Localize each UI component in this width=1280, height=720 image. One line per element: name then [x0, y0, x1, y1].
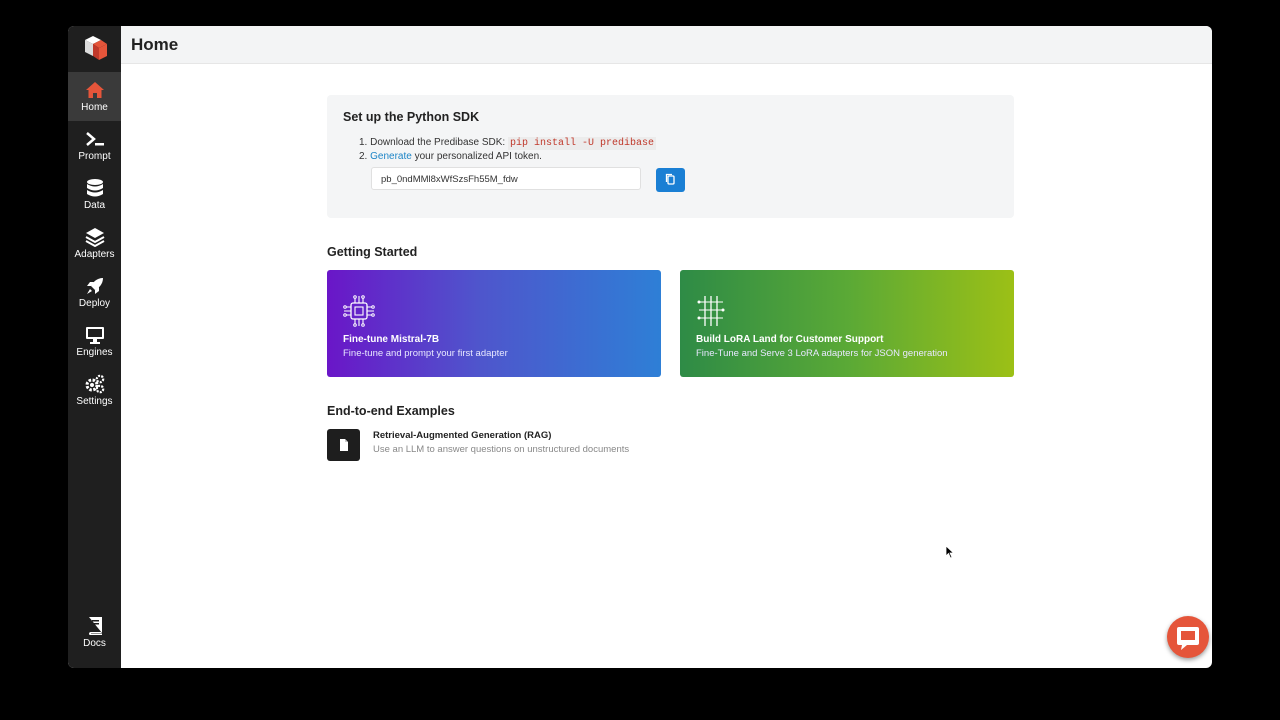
api-token-field[interactable]: pb_0ndMMl8xWfSzsFh55M_fdw — [371, 167, 641, 190]
sidebar-item-label: Engines — [76, 347, 113, 358]
sidebar-item-prompt[interactable]: Prompt — [68, 121, 121, 170]
sdk-step-2: 2. Generate your personalized API token. — [359, 151, 542, 162]
lora-land-card[interactable]: Build LoRA Land for Customer Support Fin… — [680, 270, 1014, 377]
sidebar: Home Prompt Data Adapters Deploy Engines… — [68, 26, 121, 668]
step-number: 2. — [359, 151, 368, 162]
monitor-icon — [85, 327, 104, 344]
chip-icon — [343, 295, 375, 327]
getting-started-title: Getting Started — [327, 245, 418, 259]
app-window: Home Prompt Data Adapters Deploy Engines… — [68, 26, 1212, 668]
chat-icon — [1177, 627, 1199, 650]
circuit-icon — [697, 296, 725, 326]
top-bar: Home — [121, 26, 1212, 64]
sidebar-item-adapters[interactable]: Adapters — [68, 219, 121, 268]
sidebar-item-label: Docs — [83, 638, 106, 649]
card-title: Fine-tune Mistral-7B — [343, 334, 440, 345]
home-icon — [85, 82, 104, 98]
sidebar-item-label: Data — [83, 200, 106, 211]
install-command: pip install -U predibase — [507, 137, 657, 150]
example-title[interactable]: Retrieval-Augmented Generation (RAG) — [373, 430, 551, 441]
finetune-mistral-card[interactable]: Fine-tune Mistral-7B Fine-tune and promp… — [327, 270, 661, 377]
sidebar-item-label: Deploy — [78, 298, 111, 309]
rag-example-icon[interactable] — [327, 429, 360, 461]
sidebar-item-data[interactable]: Data — [68, 170, 121, 219]
sdk-setup-card: Set up the Python SDK 1. Download the Pr… — [327, 95, 1014, 218]
sidebar-item-engines[interactable]: Engines — [68, 317, 121, 366]
sidebar-item-settings[interactable]: Settings — [68, 366, 121, 415]
sidebar-item-label: Settings — [76, 396, 113, 407]
copy-token-button[interactable] — [656, 168, 685, 192]
step-number: 1. — [359, 137, 368, 148]
mouse-cursor — [945, 545, 955, 559]
card-description: Fine-Tune and Serve 3 LoRA adapters for … — [696, 348, 948, 359]
card-description: Fine-tune and prompt your first adapter — [343, 348, 508, 359]
sdk-step-1: 1. Download the Predibase SDK: pip insta… — [359, 137, 657, 150]
layers-icon — [85, 228, 104, 247]
predibase-logo[interactable] — [79, 34, 109, 64]
sidebar-item-label: Adapters — [74, 249, 115, 260]
document-icon — [340, 439, 348, 451]
sdk-title: Set up the Python SDK — [343, 110, 480, 124]
examples-title: End-to-end Examples — [327, 404, 455, 418]
copy-icon — [665, 173, 675, 185]
page-title: Home — [131, 35, 179, 54]
generate-token-link[interactable]: Generate — [370, 151, 412, 162]
terminal-icon — [85, 132, 104, 146]
sidebar-item-label: Home — [81, 102, 108, 113]
database-icon — [86, 179, 103, 197]
example-description: Use an LLM to answer questions on unstru… — [373, 444, 630, 455]
step-text: your personalized API token. — [414, 151, 542, 162]
step-text: Download the Predibase SDK: — [370, 137, 506, 148]
rocket-icon — [86, 278, 103, 294]
chat-support-button[interactable] — [1167, 616, 1209, 658]
card-title: Build LoRA Land for Customer Support — [696, 334, 884, 345]
gears-icon — [85, 374, 104, 394]
sidebar-item-deploy[interactable]: Deploy — [68, 268, 121, 317]
sidebar-item-docs[interactable]: Docs — [68, 608, 121, 657]
book-icon — [88, 617, 102, 635]
sidebar-item-label: Prompt — [78, 151, 111, 162]
sidebar-item-home[interactable]: Home — [68, 72, 121, 121]
